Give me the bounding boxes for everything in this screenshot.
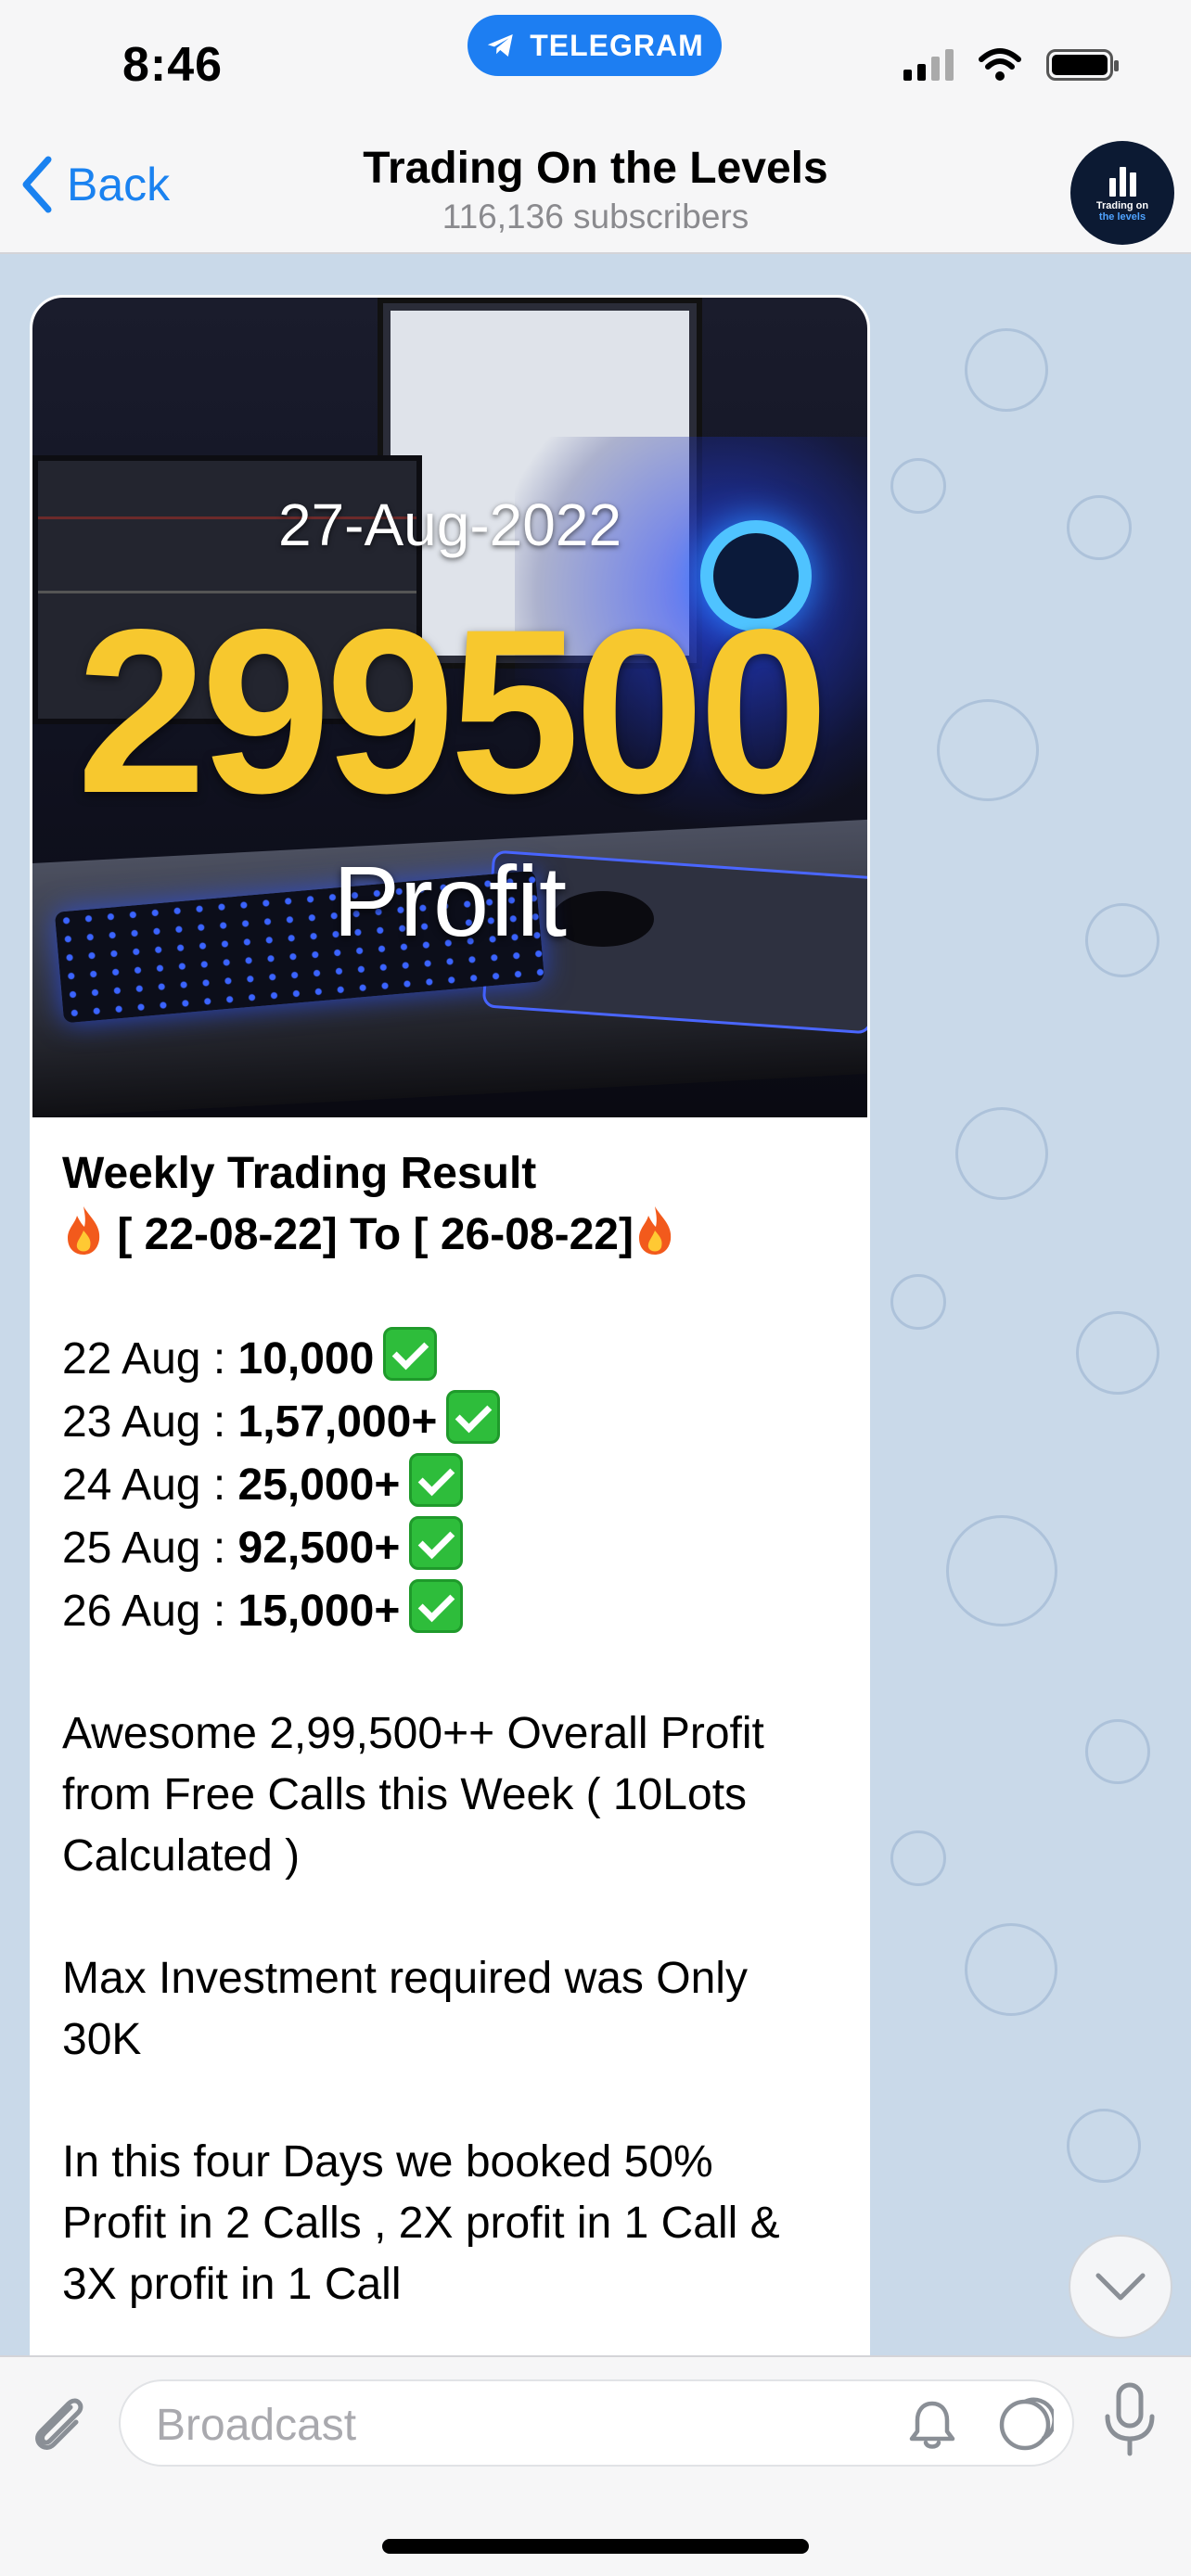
day-result-row: 25 Aug : 92,500+ [62,1516,838,1579]
input-bar: Broadcast [0,2355,1191,2576]
status-bar: 8:46 TELEGRAM [0,0,1191,130]
day-result-row: 26 Aug : 15,000+ [62,1579,838,1642]
investment-line: 30K [62,2015,142,2064]
channel-title: Trading On the Levels [363,144,828,193]
check-mark-icon [383,1327,438,1381]
day-result-row: 22 Aug : 10,000 [62,1327,838,1390]
investment-line: Max Investment required was Only [62,1954,748,2003]
day-result-row: 24 Aug : 25,000+ [62,1453,838,1516]
photo-amount: 299500 [76,581,829,842]
status-time: 8:46 [122,38,224,92]
bell-icon[interactable] [905,2398,959,2452]
overall-profit-line: Calculated ) [62,1831,301,1881]
broadcast-input[interactable]: Broadcast [119,2379,1074,2467]
message-photo[interactable]: 27-Aug-2022 299500 Profit [32,298,867,1117]
message-heading: Weekly Trading Result [62,1149,537,1198]
subscriber-count: 116,136 subscribers [442,198,749,236]
check-mark-icon [409,1453,464,1507]
photo-date: 27-Aug-2022 [277,491,622,558]
calls-summary-line: 3X profit in 1 Call [62,2260,402,2309]
check-mark-icon [409,1516,464,1570]
channel-info[interactable]: Trading On the Levels 116,136 subscriber… [0,143,1191,236]
logo-icon [1108,163,1136,197]
status-icons [903,48,1119,82]
telegram-pill[interactable]: TELEGRAM [467,15,722,76]
battery-icon [1046,49,1119,81]
check-mark-icon [409,1579,464,1633]
home-indicator [382,2539,809,2554]
moon-icon[interactable] [996,2396,1054,2454]
avatar-text-line2: the levels [1098,211,1146,223]
date-range-line: [ 22-08-22] To [ 26-08-22] [62,1205,838,1266]
cellular-signal-icon [903,49,954,81]
chevron-down-icon [1095,2273,1146,2301]
message-text: Weekly Trading Result [ 22-08-22] To [ 2… [32,1117,867,2315]
paperclip-icon[interactable] [24,2389,95,2459]
telegram-plane-icon [488,33,513,57]
day-result-row: 23 Aug : 1,57,000+ [62,1390,838,1453]
telegram-pill-label: TELEGRAM [530,28,704,62]
channel-avatar[interactable]: Trading on the levels [1070,141,1174,245]
check-mark-icon [446,1390,501,1444]
microphone-icon[interactable] [1100,2381,1159,2459]
message-bubble[interactable]: 27-Aug-2022 299500 Profit Weekly Trading… [30,295,870,2391]
avatar-text-line1: Trading on [1095,200,1149,211]
overall-profit-line: Awesome 2,99,500++ Overall Profit [62,1709,764,1758]
chat-header: Back Trading On the Levels 116,136 subsc… [0,130,1191,254]
calls-summary-line: Profit in 2 Calls , 2X profit in 1 Call … [62,2199,780,2248]
fire-icon [68,1206,100,1255]
wifi-icon [979,48,1021,81]
scroll-down-button[interactable] [1069,2235,1172,2339]
date-range: [ 22-08-22] To [ 26-08-22] [105,1210,634,1259]
photo-profit-label: Profit [332,845,568,957]
broadcast-placeholder: Broadcast [156,2401,357,2450]
calls-summary-line: In this four Days we booked 50% [62,2137,713,2187]
fire-icon [638,1206,672,1255]
overall-profit-line: from Free Calls this Week ( 10Lots [62,1770,748,1819]
